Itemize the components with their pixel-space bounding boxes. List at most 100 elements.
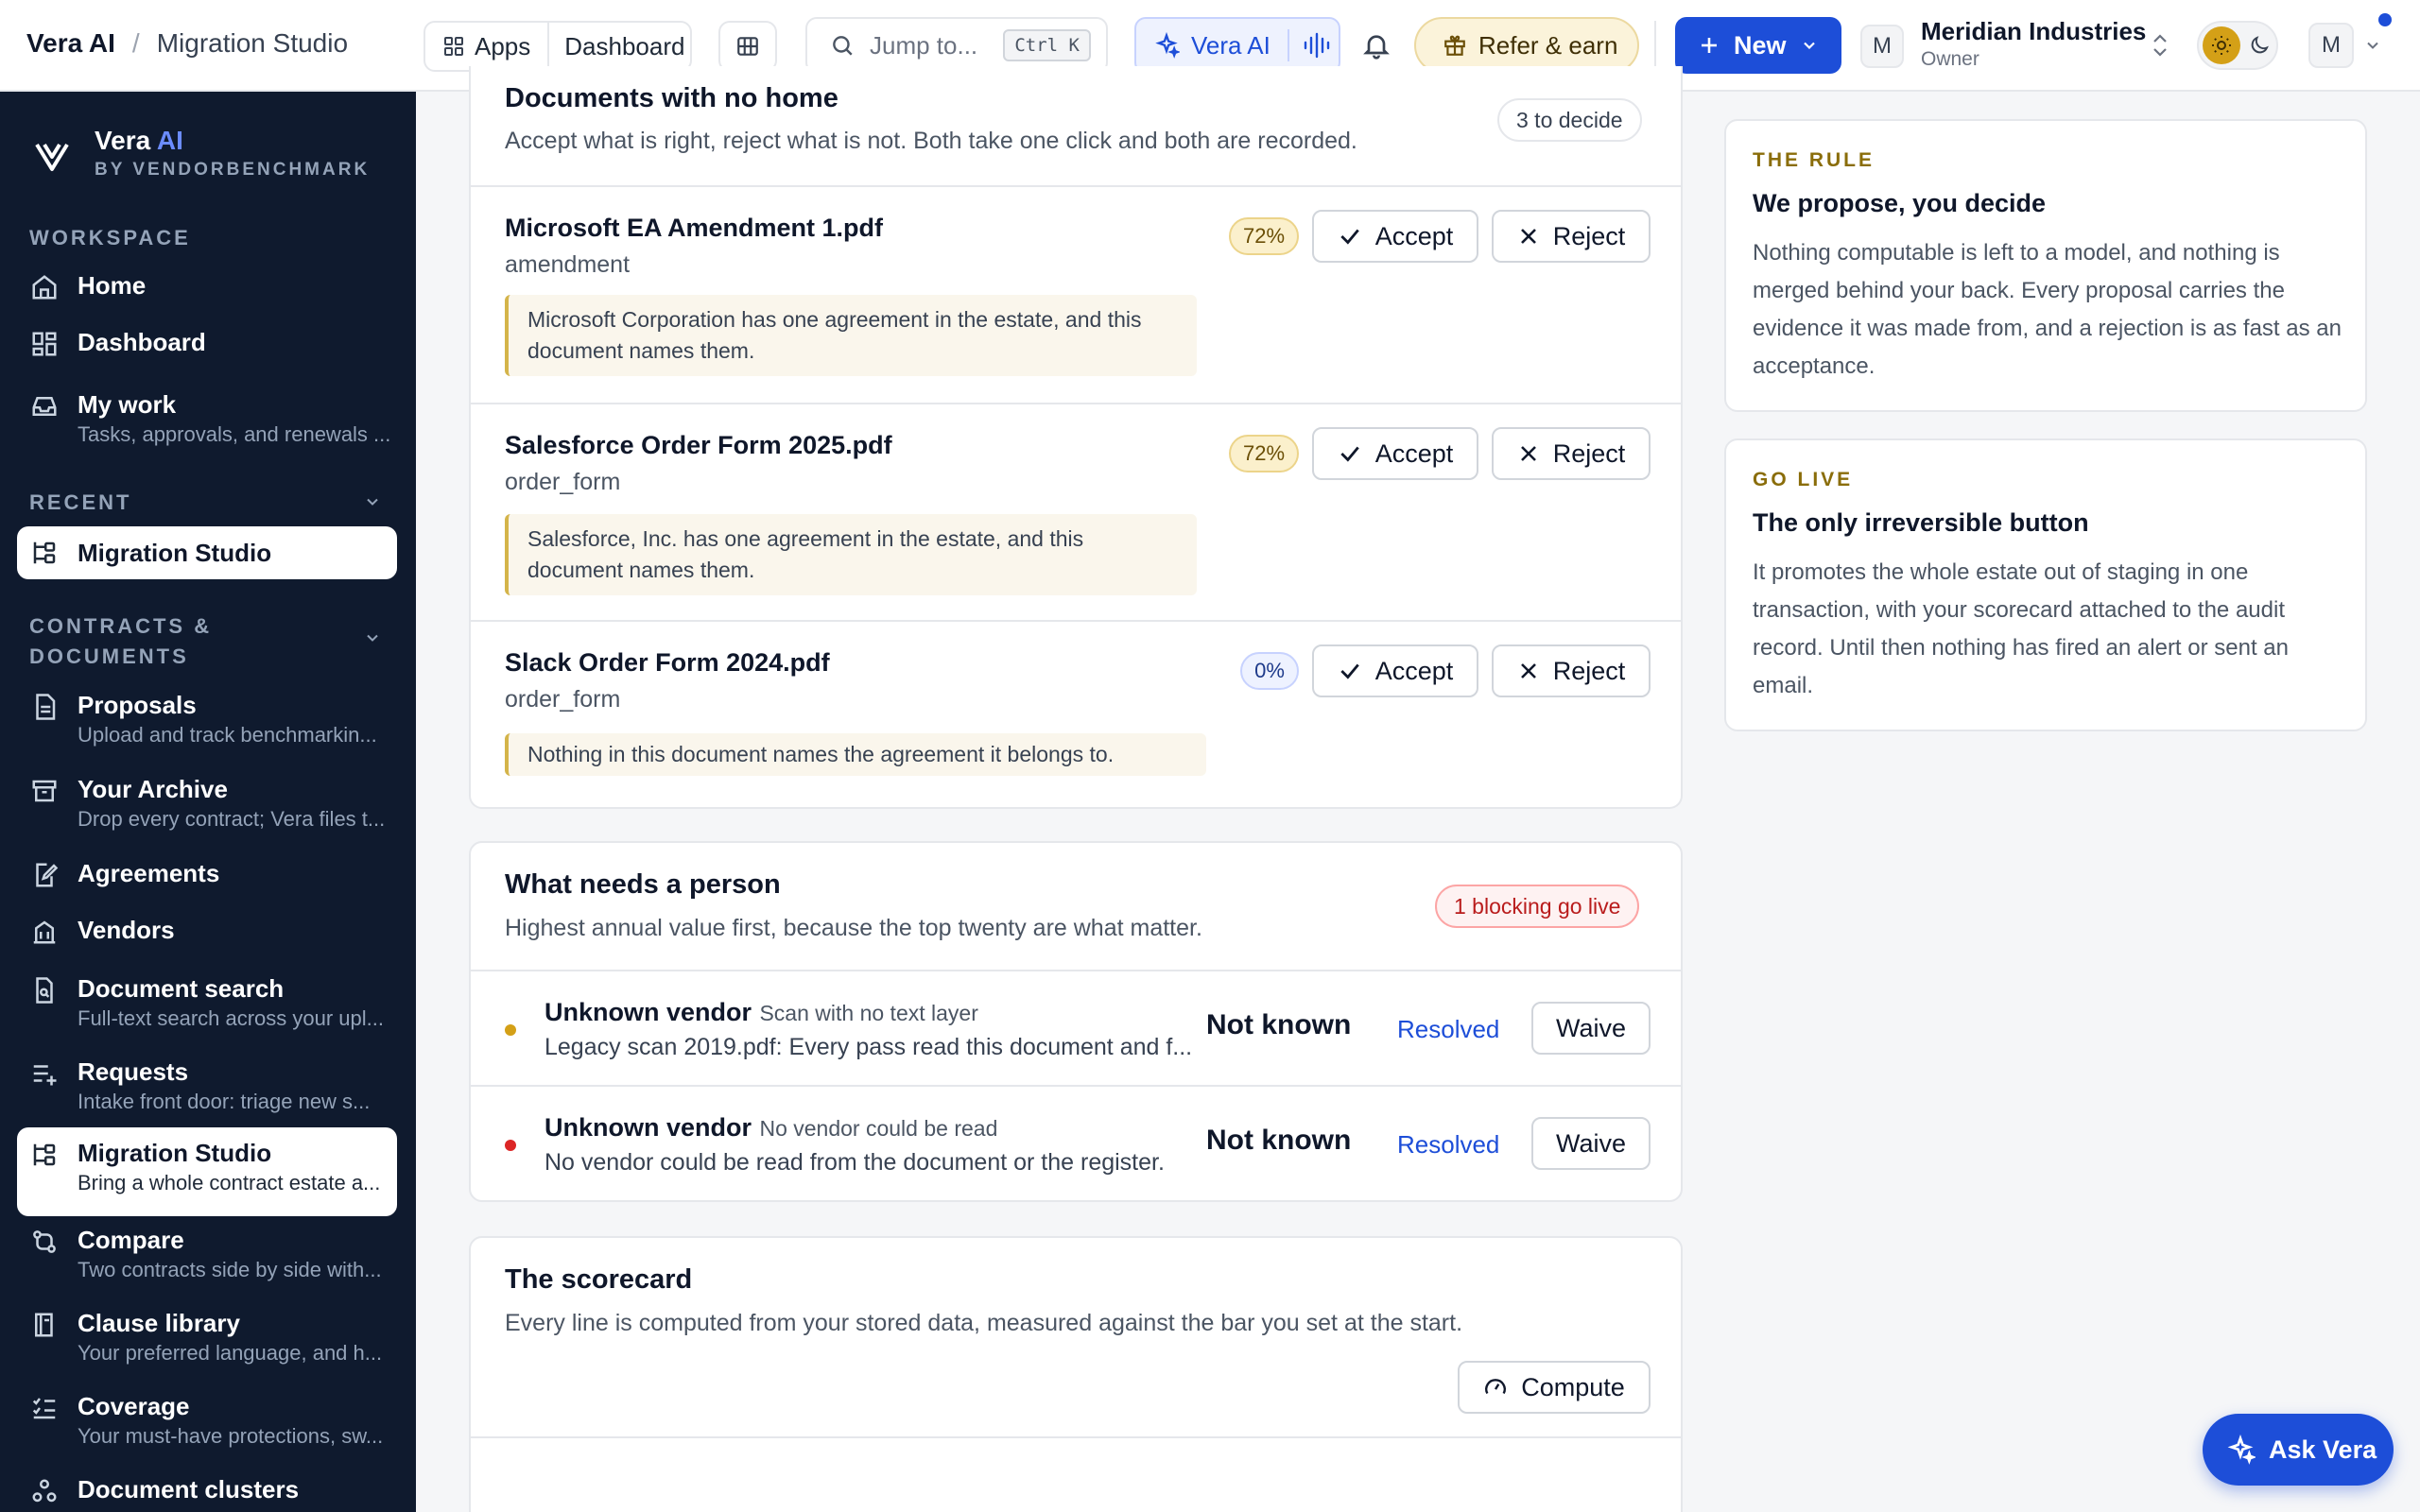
new-label: New xyxy=(1734,30,1787,60)
sidebar-item-recent-migration-studio[interactable]: Migration Studio xyxy=(17,526,397,579)
moon-icon[interactable] xyxy=(2248,34,2271,57)
dashboard-icon xyxy=(32,332,57,356)
reject-button[interactable]: Reject xyxy=(1492,210,1651,263)
sidebar-item-label: Clause library xyxy=(78,1309,240,1337)
inbox-icon xyxy=(32,397,57,416)
accept-button[interactable]: Accept xyxy=(1312,644,1478,697)
sidebar: Vera AI BY VENDORBENCHMARK WORKSPACE Hom… xyxy=(0,92,416,1512)
user-avatar[interactable]: M xyxy=(2308,23,2354,68)
sidebar-item-desc: Drop every contract; Vera files t... xyxy=(78,807,386,831)
sidebar-item-clause-library[interactable]: Clause library Your preferred language, a… xyxy=(17,1307,397,1367)
vendor-reason: Scan with no text layer xyxy=(759,1001,978,1025)
doc-type: order_form xyxy=(505,686,621,713)
sidebar-item-label: Agreements xyxy=(78,859,220,887)
documents-no-home-card: Documents with no home Accept what is ri… xyxy=(469,66,1683,809)
sparkles-icon xyxy=(1155,32,1180,59)
layout-button[interactable] xyxy=(718,21,777,72)
section-subtitle: Every line is computed from your stored … xyxy=(505,1310,1463,1336)
ask-vera-label: Ask Vera xyxy=(2269,1435,2377,1464)
grid-icon xyxy=(444,37,463,56)
divider xyxy=(471,403,1681,404)
sun-icon xyxy=(2212,36,2231,55)
sidebar-item-your-archive[interactable]: Your Archive Drop every contract; Vera fi… xyxy=(17,773,397,833)
dashboard-button[interactable]: Dashboard xyxy=(549,32,700,61)
chevron-updown-icon[interactable] xyxy=(2150,32,2170,59)
reject-button[interactable]: Reject xyxy=(1492,644,1651,697)
doc-name[interactable]: Slack Order Form 2024.pdf xyxy=(505,648,830,678)
sidebar-item-migration-studio[interactable]: Migration Studio Bring a whole contract e… xyxy=(17,1127,397,1216)
org-switcher[interactable]: Meridian Industries Owner xyxy=(1921,17,2146,71)
list-checks-icon xyxy=(32,1398,56,1419)
apps-dashboard-group: Apps Dashboard xyxy=(424,21,692,72)
status-dot xyxy=(505,1024,516,1036)
waive-button[interactable]: Waive xyxy=(1531,1117,1651,1170)
rule-body: Nothing computable is left to a model, a… xyxy=(1753,240,2342,379)
doc-evidence-note: Nothing in this document names the agree… xyxy=(505,733,1206,776)
sidebar-item-document-clusters[interactable]: Document clusters xyxy=(17,1473,397,1505)
sidebar-brand: Vera AI xyxy=(95,126,183,156)
doc-name[interactable]: Salesforce Order Form 2025.pdf xyxy=(505,431,892,460)
sidebar-item-compare[interactable]: Compare Two contracts side by side with..… xyxy=(17,1224,397,1284)
sidebar-item-home[interactable]: Home xyxy=(17,269,397,301)
migration-icon xyxy=(33,541,56,564)
org-name: Meridian Industries xyxy=(1921,17,2147,45)
ask-vera-button[interactable]: Ask Vera xyxy=(2203,1414,2394,1486)
vera-ai-button[interactable]: Vera AI xyxy=(1134,17,1340,74)
sidebar-item-label: Document clusters xyxy=(78,1475,300,1503)
resolved-link[interactable]: Resolved xyxy=(1397,1015,1499,1044)
accept-button[interactable]: Accept xyxy=(1312,427,1478,480)
compute-button[interactable]: Compute xyxy=(1458,1361,1651,1414)
bell-icon[interactable] xyxy=(1361,30,1392,60)
reject-button[interactable]: Reject xyxy=(1492,427,1651,480)
accept-button[interactable]: Accept xyxy=(1312,210,1478,263)
sparkles-icon xyxy=(2227,1435,2256,1465)
section-subtitle: Accept what is right, reject what is not… xyxy=(505,128,1357,154)
chevron-down-icon[interactable] xyxy=(2363,36,2382,55)
voice-waveform-icon[interactable] xyxy=(1303,32,1331,59)
annual-value: Not known xyxy=(1206,1009,1352,1040)
sidebar-item-label: Vendors xyxy=(78,916,175,944)
sidebar-item-coverage[interactable]: Coverage Your must-have protections, sw..… xyxy=(17,1390,397,1451)
chevron-down-icon[interactable] xyxy=(363,628,382,647)
sidebar-item-my-work[interactable]: My work Tasks, approvals, and renewals ..… xyxy=(17,388,397,449)
file-signature-icon xyxy=(36,863,59,887)
chevron-down-icon[interactable] xyxy=(363,492,382,511)
resolved-link[interactable]: Resolved xyxy=(1397,1130,1499,1160)
waive-button[interactable]: Waive xyxy=(1531,1002,1651,1055)
reject-label: Reject xyxy=(1552,221,1626,250)
layout-grid-icon xyxy=(737,37,758,56)
org-role: Owner xyxy=(1921,48,1979,70)
sidebar-item-vendors[interactable]: Vendors xyxy=(17,914,397,946)
annual-value: Not known xyxy=(1206,1125,1352,1156)
chevron-down-icon xyxy=(1803,42,1815,50)
sidebar-item-proposals[interactable]: Proposals Upload and track benchmarkin... xyxy=(17,689,397,749)
vendor-name: Unknown vendor xyxy=(544,1113,752,1142)
shortcut-badge: Ctrl K xyxy=(1003,29,1091,61)
refer-earn-button[interactable]: Refer & earn xyxy=(1414,17,1639,74)
sidebar-item-dashboard[interactable]: Dashboard xyxy=(17,326,397,358)
sidebar-item-desc: Full-text search across your upl... xyxy=(78,1006,385,1030)
apps-button[interactable]: Apps xyxy=(425,23,550,70)
doc-type: order_form xyxy=(505,469,621,495)
check-icon xyxy=(1340,663,1359,679)
org-avatar[interactable]: M xyxy=(1860,25,1904,68)
sidebar-item-agreements[interactable]: Agreements xyxy=(17,857,397,889)
divider xyxy=(471,970,1681,971)
close-icon xyxy=(1520,229,1536,244)
sidebar-item-label: Home xyxy=(78,271,147,300)
doc-type: amendment xyxy=(505,251,631,278)
breadcrumb-brand[interactable]: Vera AI xyxy=(26,28,115,59)
jump-to-search[interactable]: Jump to... Ctrl K xyxy=(805,17,1108,74)
sidebar-item-requests[interactable]: Requests Intake front door: triage new s.… xyxy=(17,1056,397,1116)
sidebar-item-desc: Bring a whole contract estate a... xyxy=(78,1171,381,1194)
sidebar-item-desc: Upload and track benchmarkin... xyxy=(78,723,377,747)
sidebar-brand-ai: AI xyxy=(156,126,183,155)
new-button[interactable]: New xyxy=(1675,17,1841,74)
sidebar-item-document-search[interactable]: Document search Full-text search across y… xyxy=(17,972,397,1033)
doc-name[interactable]: Microsoft EA Amendment 1.pdf xyxy=(505,214,883,243)
gauge-icon xyxy=(1485,1379,1507,1395)
theme-toggle[interactable] xyxy=(2197,21,2278,70)
accept-label: Accept xyxy=(1374,656,1454,685)
building-icon xyxy=(33,920,56,944)
light-mode-option[interactable] xyxy=(2203,26,2240,64)
